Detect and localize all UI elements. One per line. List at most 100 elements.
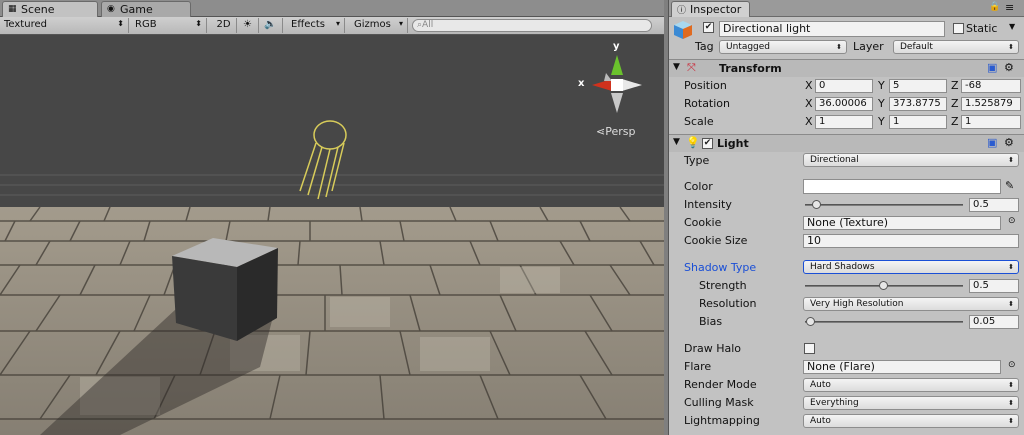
object-name-field[interactable]: Directional light <box>719 21 945 37</box>
tab-game[interactable]: ◉ Game <box>101 1 191 17</box>
dropdown-arrow-icon: ⬍ <box>1008 263 1014 271</box>
projection-label[interactable]: ⋖Persp <box>596 125 635 138</box>
bias-slider[interactable] <box>805 321 963 323</box>
rotation-z-field[interactable]: 1.525879 <box>961 97 1021 111</box>
intensity-slider[interactable] <box>805 204 963 206</box>
mode-2d-toggle[interactable]: 2D <box>211 18 237 33</box>
directional-light-gizmo[interactable] <box>299 120 347 200</box>
resolution-label: Resolution <box>699 297 757 310</box>
static-checkbox[interactable] <box>953 23 964 34</box>
dropdown-arrow-icon: ⬍ <box>836 43 842 51</box>
culling-mask-label: Culling Mask <box>684 396 754 409</box>
color-mode-dropdown[interactable]: RGB ⬍ <box>131 18 207 33</box>
rotation-label: Rotation <box>684 97 731 110</box>
intensity-field[interactable]: 0.5 <box>969 198 1019 212</box>
layer-dropdown[interactable]: Default ⬍ <box>893 40 1019 54</box>
shadow-type-dropdown[interactable]: Hard Shadows ⬍ <box>803 260 1019 274</box>
draw-halo-label: Draw Halo <box>684 342 742 355</box>
transform-header[interactable]: ▼ ⤧ Transform ▣ ⚙ <box>669 59 1024 77</box>
gameobject-icon <box>674 21 692 39</box>
active-checkbox[interactable]: ✔ <box>703 22 714 33</box>
rotation-x-field[interactable]: 36.00006 <box>815 97 873 111</box>
info-icon: ⓘ <box>677 6 687 16</box>
bias-field[interactable]: 0.05 <box>969 315 1019 329</box>
layer-label: Layer <box>853 40 884 53</box>
mode-2d-label: 2D <box>216 19 231 30</box>
scale-y-field[interactable]: 1 <box>889 115 947 129</box>
cube[interactable] <box>172 238 278 341</box>
position-y-field[interactable]: 5 <box>889 79 947 93</box>
tab-scene-label: Scene <box>21 3 55 16</box>
scale-z-field[interactable]: 1 <box>961 115 1021 129</box>
scale-label: Scale <box>684 115 714 128</box>
render-mode-dropdown[interactable]: Auto ⬍ <box>803 378 1019 392</box>
gizmo-x-label: x <box>578 78 585 89</box>
dropdown-arrow-icon: ⬍ <box>1008 300 1014 308</box>
light-header[interactable]: ▼ 💡 ✔ Light ▣ ⚙ <box>669 134 1024 152</box>
bias-slider-knob[interactable] <box>806 317 815 326</box>
scene-audio-toggle[interactable]: 🔈 <box>259 18 283 33</box>
shadow-type-label: Shadow Type <box>684 261 757 274</box>
color-swatch[interactable] <box>803 179 1001 194</box>
lightmapping-label: Lightmapping <box>684 414 760 427</box>
dropdown-arrow-icon: ⬍ <box>1008 156 1014 164</box>
position-label: Position <box>684 79 727 92</box>
intensity-slider-knob[interactable] <box>812 200 821 209</box>
object-picker-icon[interactable]: ⊙ <box>1008 216 1016 226</box>
light-title: Light <box>717 137 749 150</box>
effects-dropdown[interactable]: Effects ▾ <box>287 18 345 33</box>
static-dropdown-arrow-icon[interactable]: ▼ <box>1009 22 1015 31</box>
culling-mask-dropdown[interactable]: Everything ⬍ <box>803 396 1019 410</box>
help-icon[interactable]: ▣ <box>987 136 997 149</box>
lock-icon[interactable]: 🔒 <box>989 2 1000 12</box>
cookie-object-field[interactable]: None (Texture) <box>803 216 1001 230</box>
resolution-dropdown[interactable]: Very High Resolution ⬍ <box>803 297 1019 311</box>
static-label: Static <box>966 22 998 35</box>
persp-text: Persp <box>605 125 636 138</box>
gear-icon[interactable]: ⚙ <box>1004 61 1014 74</box>
cookie-size-field[interactable]: 10 <box>803 234 1019 248</box>
scene-orientation-gizmo[interactable] <box>592 55 642 113</box>
strength-field[interactable]: 0.5 <box>969 279 1019 293</box>
type-dropdown[interactable]: Directional ⬍ <box>803 153 1019 167</box>
tag-value: Untagged <box>726 42 771 52</box>
scene-search-input[interactable]: ⌕All <box>412 19 652 32</box>
gizmos-dropdown[interactable]: Gizmos ▾ <box>350 18 408 33</box>
axis-z-label: Z <box>951 79 959 92</box>
scene-lighting-toggle[interactable]: ☀ <box>237 18 259 33</box>
persp-icon: ⋖ <box>596 125 606 138</box>
light-enabled-checkbox[interactable]: ✔ <box>702 138 713 149</box>
render-mode-dropdown[interactable]: Textured ⬍ <box>0 18 129 33</box>
tab-inspector[interactable]: ⓘ Inspector <box>671 1 751 17</box>
axis-y-label: Y <box>878 79 885 92</box>
panel-menu-icon[interactable]: ≡ <box>1005 1 1014 14</box>
help-icon[interactable]: ▣ <box>987 61 997 74</box>
rotation-y-field[interactable]: 373.8775 <box>889 97 947 111</box>
strength-slider-knob[interactable] <box>879 281 888 290</box>
scale-x-field[interactable]: 1 <box>815 115 873 129</box>
position-z-field[interactable]: -68 <box>961 79 1021 93</box>
scene-toolbar: Textured ⬍ RGB ⬍ 2D ☀ 🔈 Effects ▾ Gizmos ▾ ⌕… <box>0 17 664 35</box>
gizmo-y-label: y <box>613 41 620 52</box>
render-mode-label: Textured <box>4 19 47 30</box>
draw-halo-checkbox[interactable] <box>804 343 815 354</box>
gear-icon[interactable]: ⚙ <box>1004 136 1014 149</box>
position-x-field[interactable]: 0 <box>815 79 873 93</box>
tab-inspector-label: Inspector <box>690 3 742 16</box>
tab-scene[interactable]: ▦ Scene <box>2 1 98 17</box>
axis-y-label: Y <box>878 97 885 110</box>
tag-dropdown[interactable]: Untagged ⬍ <box>719 40 847 54</box>
dropdown-arrow-icon: ⬍ <box>195 19 202 28</box>
dropdown-arrow-icon: ⬍ <box>117 19 124 28</box>
flare-label: Flare <box>684 360 712 373</box>
object-picker-icon[interactable]: ⊙ <box>1008 360 1016 370</box>
flare-object-field[interactable]: None (Flare) <box>803 360 1001 374</box>
transform-icon: ⤧ <box>687 61 696 74</box>
scene-viewport[interactable]: y x ⋖Persp <box>0 35 664 435</box>
lightmapping-dropdown[interactable]: Auto ⬍ <box>803 414 1019 428</box>
eyedropper-icon[interactable]: ✎ <box>1005 179 1014 192</box>
lightmapping-value: Auto <box>810 416 831 426</box>
gizmos-label: Gizmos <box>354 19 391 30</box>
foldout-arrow-icon: ▼ <box>673 137 680 147</box>
scene-tab-icon: ▦ <box>8 4 17 14</box>
